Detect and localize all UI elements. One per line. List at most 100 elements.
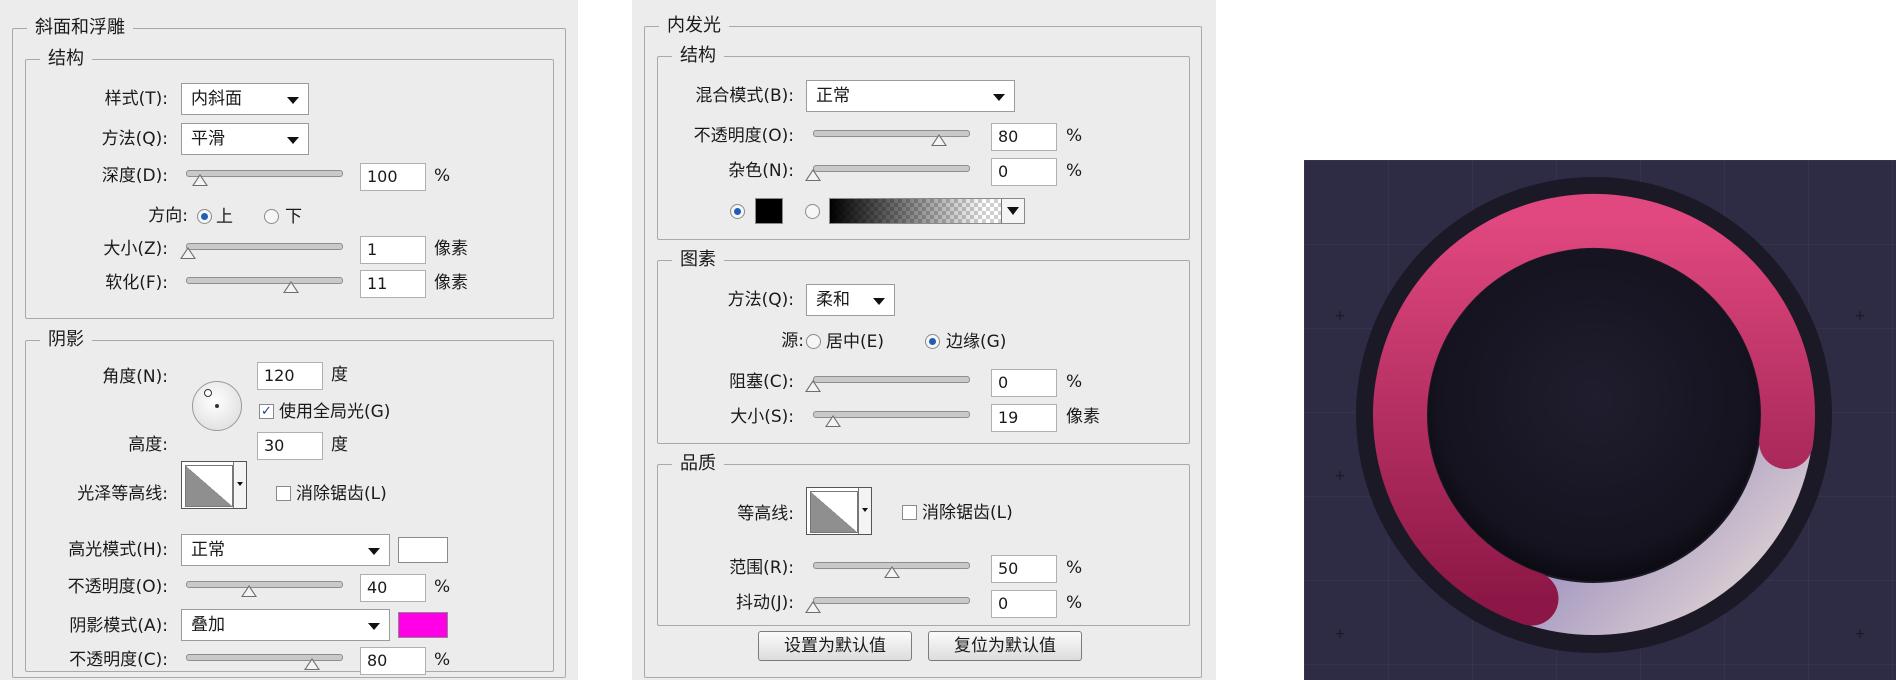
choke-label: 阻塞(C): bbox=[729, 372, 794, 392]
gradient-picker[interactable] bbox=[829, 198, 1025, 224]
highlight-mode-select[interactable]: 正常 bbox=[181, 534, 390, 566]
bevel-anti-alias-label: 消除锯齿(L) bbox=[296, 484, 387, 504]
bevel-emboss-panel: 斜面和浮雕 结构 样式(T): 内斜面 方法(Q): 平滑 深度(D): 100… bbox=[0, 0, 578, 680]
blend-mode-select[interactable]: 正常 bbox=[806, 80, 1015, 112]
shadow-color-swatch[interactable] bbox=[398, 612, 448, 638]
range-slider[interactable] bbox=[813, 559, 970, 579]
technique-select[interactable]: 平滑 bbox=[181, 123, 309, 155]
range-input[interactable]: 50 bbox=[991, 555, 1057, 583]
bevel-structure-title: 结构 bbox=[40, 48, 92, 70]
size-unit: 像素 bbox=[434, 239, 468, 259]
glow-anti-alias-checkbox[interactable] bbox=[902, 505, 917, 520]
glow-opacity-slider[interactable] bbox=[813, 127, 970, 147]
slider-thumb[interactable] bbox=[240, 585, 257, 597]
inner-glow-panel: 内发光 结构 混合模式(B): 正常 不透明度(O): 80 % 杂色(N): … bbox=[632, 0, 1216, 680]
altitude-unit: 度 bbox=[331, 435, 348, 455]
altitude-input[interactable]: 30 bbox=[257, 432, 323, 460]
gradient-radio[interactable] bbox=[805, 204, 820, 219]
jitter-input[interactable]: 0 bbox=[991, 590, 1057, 618]
slider-thumb[interactable] bbox=[303, 658, 320, 670]
bevel-emboss-group: 斜面和浮雕 结构 样式(T): 内斜面 方法(Q): 平滑 深度(D): 100… bbox=[12, 17, 566, 678]
slider-thumb[interactable] bbox=[883, 566, 900, 578]
svg-text:+: + bbox=[1854, 308, 1866, 324]
glow-size-slider[interactable] bbox=[813, 408, 970, 428]
make-default-button[interactable]: 设置为默认值 bbox=[758, 631, 912, 661]
shadow-mode-select[interactable]: 叠加 bbox=[181, 609, 390, 641]
glow-elements-group: 图素 方法(Q): 柔和 源: 居中(E) 边缘(G) 阻塞(C): 0 % 大… bbox=[657, 249, 1190, 444]
altitude-label: 高度: bbox=[128, 435, 168, 455]
soften-input[interactable]: 11 bbox=[360, 270, 426, 298]
source-center-radio[interactable] bbox=[806, 334, 821, 349]
glow-size-input[interactable]: 19 bbox=[991, 404, 1057, 432]
bevel-anti-alias-checkbox[interactable] bbox=[276, 486, 291, 501]
highlight-opacity-input[interactable]: 40 bbox=[360, 574, 426, 602]
direction-up-radio[interactable] bbox=[197, 209, 212, 224]
noise-label: 杂色(N): bbox=[728, 161, 794, 181]
preview-canvas: + + + + + bbox=[1304, 160, 1896, 680]
choke-slider[interactable] bbox=[805, 373, 970, 393]
slider-thumb[interactable] bbox=[930, 134, 947, 146]
direction-down-label: 下 bbox=[285, 207, 302, 227]
highlight-mode-value: 正常 bbox=[191, 540, 225, 560]
glow-contour-picker[interactable] bbox=[806, 487, 872, 535]
glow-opacity-input[interactable]: 80 bbox=[991, 123, 1057, 151]
solid-color-radio[interactable] bbox=[730, 204, 745, 219]
glow-color-swatch[interactable] bbox=[755, 198, 783, 224]
direction-down-radio[interactable] bbox=[264, 209, 279, 224]
soften-slider[interactable] bbox=[186, 274, 343, 294]
source-center-label: 居中(E) bbox=[826, 332, 885, 352]
glow-technique-label: 方法(Q): bbox=[727, 290, 794, 310]
technique-label: 方法(Q): bbox=[101, 129, 168, 149]
depth-input[interactable]: 100 bbox=[360, 163, 426, 191]
glow-opacity-label: 不透明度(O): bbox=[693, 126, 794, 146]
global-light-checkbox[interactable]: ✓ bbox=[259, 404, 274, 419]
glow-quality-title: 品质 bbox=[672, 453, 724, 475]
highlight-opacity-slider[interactable] bbox=[186, 578, 343, 598]
gradient-dropdown[interactable] bbox=[1001, 199, 1024, 223]
size-label: 大小(Z): bbox=[103, 239, 168, 259]
slider-thumb[interactable] bbox=[805, 380, 821, 392]
chevron-down-icon[interactable] bbox=[233, 462, 246, 508]
reset-default-button[interactable]: 复位为默认值 bbox=[928, 631, 1082, 661]
slider-thumb[interactable] bbox=[283, 281, 300, 293]
depth-unit: % bbox=[434, 166, 451, 186]
svg-text:+: + bbox=[1334, 468, 1346, 484]
highlight-color-swatch[interactable] bbox=[398, 537, 448, 563]
glow-anti-alias-label: 消除锯齿(L) bbox=[922, 503, 1013, 523]
style-select[interactable]: 内斜面 bbox=[181, 83, 309, 115]
chevron-down-icon bbox=[873, 298, 885, 305]
style-label: 样式(T): bbox=[104, 89, 168, 109]
dial-handle bbox=[204, 389, 212, 397]
shadow-opacity-slider[interactable] bbox=[186, 651, 343, 671]
highlight-opacity-label: 不透明度(O): bbox=[67, 577, 168, 597]
slider-thumb[interactable] bbox=[805, 601, 821, 613]
slider-thumb[interactable] bbox=[179, 247, 196, 259]
global-light-label: 使用全局光(G) bbox=[279, 402, 391, 422]
glow-technique-select[interactable]: 柔和 bbox=[806, 284, 895, 316]
glow-opacity-unit: % bbox=[1066, 126, 1083, 146]
technique-value: 平滑 bbox=[191, 129, 225, 149]
slider-thumb[interactable] bbox=[805, 169, 821, 181]
source-edge-label: 边缘(G) bbox=[946, 332, 1007, 352]
source-edge-radio[interactable] bbox=[925, 334, 940, 349]
angle-dial[interactable] bbox=[192, 381, 242, 431]
shadow-opacity-input[interactable]: 80 bbox=[360, 647, 426, 675]
noise-input[interactable]: 0 bbox=[991, 158, 1057, 186]
size-slider[interactable] bbox=[179, 240, 343, 260]
choke-input[interactable]: 0 bbox=[991, 369, 1057, 397]
gloss-contour-picker[interactable] bbox=[181, 461, 247, 509]
glow-quality-group: 品质 等高线: 消除锯齿(L) 范围(R): 50 % 抖动(J): 0 % bbox=[657, 453, 1190, 626]
noise-slider[interactable] bbox=[805, 162, 970, 182]
jitter-unit: % bbox=[1066, 593, 1083, 613]
slider-thumb[interactable] bbox=[192, 174, 209, 186]
inner-glow-group: 内发光 结构 混合模式(B): 正常 不透明度(O): 80 % 杂色(N): … bbox=[644, 15, 1202, 678]
chevron-down-icon bbox=[368, 623, 380, 630]
jitter-slider[interactable] bbox=[805, 594, 970, 614]
depth-slider[interactable] bbox=[186, 167, 343, 187]
angle-input[interactable]: 120 bbox=[257, 362, 323, 390]
slider-track bbox=[813, 165, 970, 172]
slider-thumb[interactable] bbox=[825, 415, 842, 427]
chevron-down-icon[interactable] bbox=[858, 488, 871, 534]
svg-text:+: + bbox=[1334, 308, 1346, 324]
size-input[interactable]: 1 bbox=[360, 236, 426, 264]
